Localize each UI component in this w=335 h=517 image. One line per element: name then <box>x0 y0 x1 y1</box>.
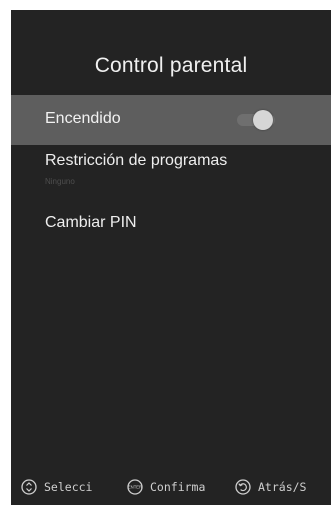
menu-item-sublabel: Ninguno <box>45 177 75 186</box>
menu-item-encendido[interactable]: Encendido <box>11 95 331 145</box>
menu-item-label: Encendido <box>45 110 121 127</box>
menu-item-label: Restricción de programas <box>45 152 228 169</box>
hint-back-label: Atrás/S <box>258 480 307 494</box>
hint-confirm-label: Confirma <box>150 480 206 494</box>
hint-select: Selecci <box>21 476 108 498</box>
hint-back: Atrás/S <box>235 476 331 498</box>
footer-hints: Selecci ENTER Confirma Atrás/S <box>11 476 331 498</box>
hint-select-label: Selecci <box>44 480 93 494</box>
menu-item-restriccion-programas[interactable]: Restricción de programas Ninguno <box>11 152 331 200</box>
enter-icon-text: ENTER <box>128 485 142 490</box>
menu-item-cambiar-pin[interactable]: Cambiar PIN <box>11 214 331 238</box>
encendido-toggle[interactable] <box>237 110 277 130</box>
toggle-knob <box>253 110 273 130</box>
enter-button-icon: ENTER <box>127 479 143 495</box>
hint-confirm: ENTER Confirma <box>127 476 224 498</box>
back-arrow-icon <box>235 479 251 495</box>
menu-item-label: Cambiar PIN <box>45 214 137 231</box>
parental-control-panel: Control parental Encendido Restricción d… <box>11 10 331 505</box>
up-down-arrows-icon <box>21 479 37 495</box>
page-title: Control parental <box>94 54 248 77</box>
